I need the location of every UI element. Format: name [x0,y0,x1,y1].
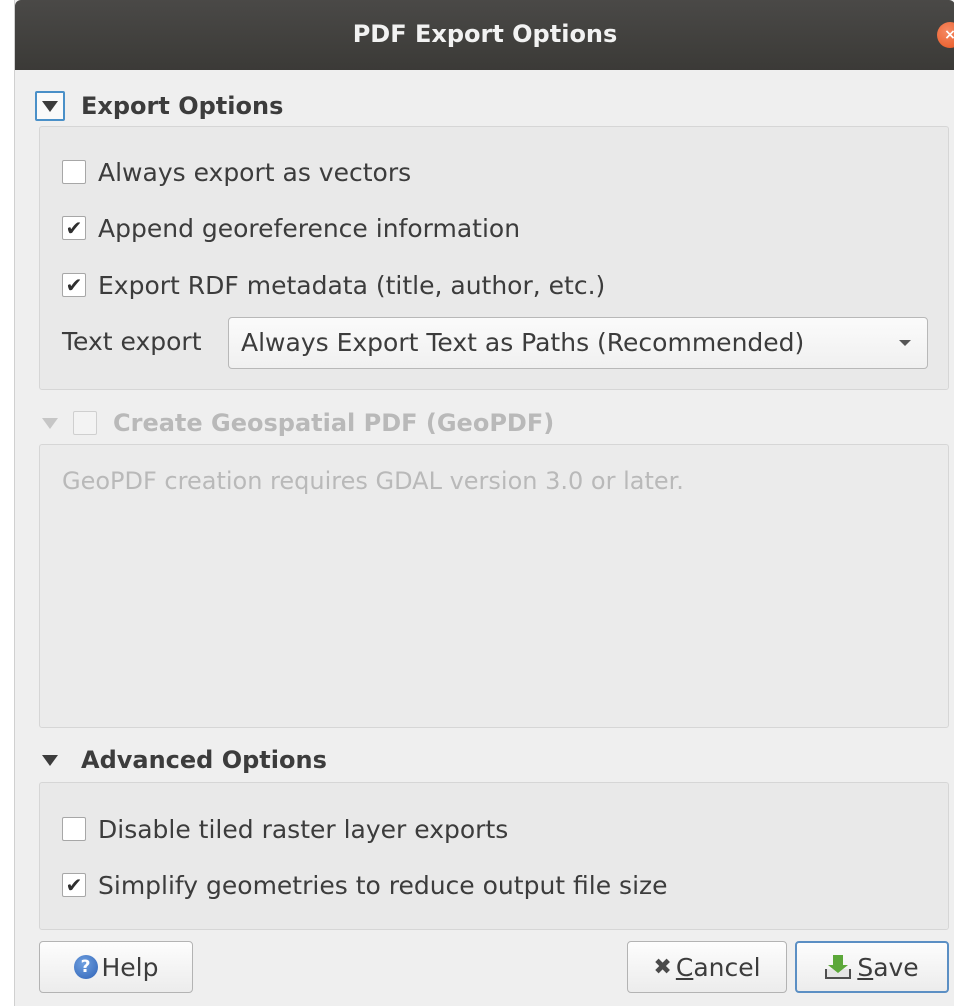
geopdf-header: Create Geospatial PDF (GeoPDF) [35,405,554,441]
text-export-value: Always Export Text as Paths (Recommended… [241,328,805,357]
cancel-label: Cancel [676,953,761,982]
always-vectors-checkbox[interactable] [62,160,86,184]
help-label: Help [101,952,159,982]
export-rdf-option[interactable]: ✔ Export RDF metadata (title, author, et… [62,265,605,305]
save-button[interactable]: Save [795,941,949,993]
chevron-down-icon [42,100,58,112]
save-label: Save [857,953,918,982]
append-georef-option[interactable]: ✔ Append georeference information [62,208,520,248]
title-bar[interactable]: PDF Export Options × [15,0,954,70]
advanced-options-header[interactable]: Advanced Options [35,742,327,778]
cancel-mnemonic: C [675,952,694,982]
chevron-down-icon [42,754,58,766]
help-button[interactable]: ? Help [39,941,193,993]
export-options-header[interactable]: Export Options [35,88,283,124]
geopdf-title: Create Geospatial PDF (GeoPDF) [113,409,555,437]
dropdown-arrow-icon [899,340,911,346]
simplify-checkbox[interactable]: ✔ [62,873,86,897]
disable-tiled-option[interactable]: Disable tiled raster layer exports [62,809,508,849]
collapse-advanced-options-button[interactable] [35,745,65,775]
chevron-down-icon [42,417,58,429]
export-options-group: Always export as vectors ✔ Append georef… [39,126,949,390]
advanced-options-title: Advanced Options [81,746,327,774]
save-mnemonic: S [857,952,874,982]
pdf-export-dialog: PDF Export Options × Export Options Alwa… [14,0,954,1006]
disable-tiled-label: Disable tiled raster layer exports [98,814,509,844]
collapse-geopdf-button [35,408,65,438]
save-icon [825,955,852,979]
advanced-options-group: Disable tiled raster layer exports ✔ Sim… [39,782,949,930]
text-export-select[interactable]: Always Export Text as Paths (Recommended… [228,317,928,369]
geopdf-group: GeoPDF creation requires GDAL version 3.… [39,444,949,728]
always-vectors-label: Always export as vectors [98,157,412,187]
export-rdf-label: Export RDF metadata (title, author, etc.… [98,270,606,300]
disable-tiled-checkbox[interactable] [62,817,86,841]
simplify-option[interactable]: ✔ Simplify geometries to reduce output f… [62,865,668,905]
simplify-label: Simplify geometries to reduce output fil… [98,870,668,900]
dialog-title: PDF Export Options [352,20,618,48]
export-options-title: Export Options [81,92,284,120]
text-export-label: Text export [62,327,202,356]
geopdf-checkbox [73,411,97,435]
help-icon: ? [73,955,98,979]
cancel-icon: ✖ [653,954,672,980]
always-vectors-option[interactable]: Always export as vectors [62,152,411,192]
append-georef-checkbox[interactable]: ✔ [62,216,86,240]
collapse-export-options-button[interactable] [35,91,65,121]
cancel-button[interactable]: ✖ Cancel [627,941,787,993]
geopdf-requirement-message: GeoPDF creation requires GDAL version 3.… [62,467,684,495]
append-georef-label: Append georeference information [98,213,521,243]
cancel-label-rest: ancel [693,952,761,982]
save-label-rest: ave [873,952,919,982]
export-rdf-checkbox[interactable]: ✔ [62,273,86,297]
